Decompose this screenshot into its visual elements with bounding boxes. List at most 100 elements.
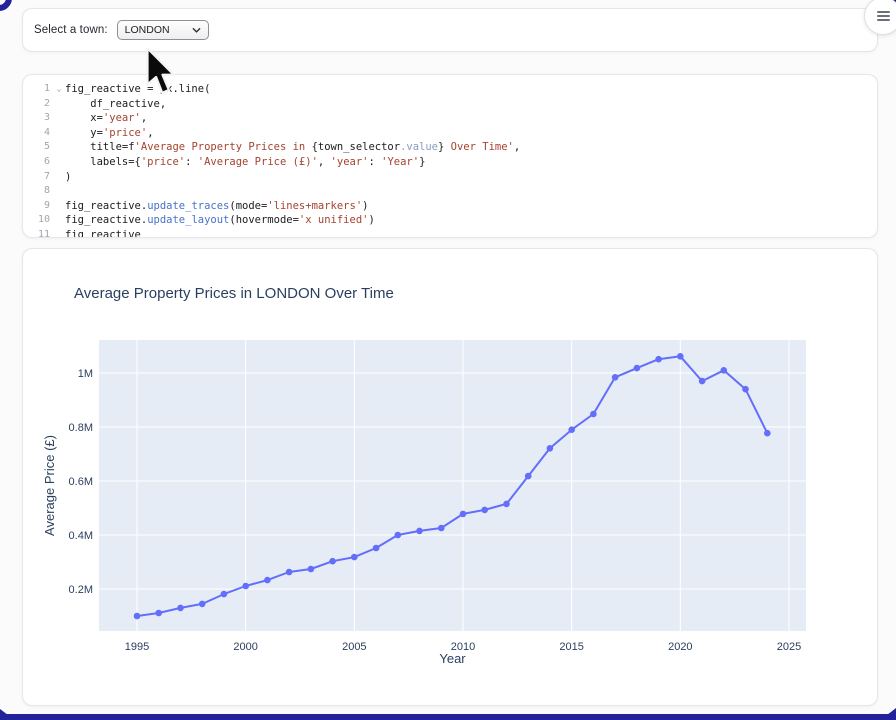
x-tick-label: 1995 — [125, 641, 149, 653]
line-number: 8 — [23, 184, 53, 199]
data-point-marker[interactable] — [590, 411, 597, 418]
code-editor[interactable]: 1⌄fig_reactive = px.line(2 df_reactive,3… — [22, 74, 878, 238]
line-number: 10 — [23, 213, 53, 228]
data-point-marker[interactable] — [677, 353, 684, 360]
data-point-marker[interactable] — [634, 365, 641, 372]
code-line: 11 fig_reactive — [23, 228, 877, 238]
notebook-page: Select a town: LONDON 1⌄fig_reactive = p… — [0, 0, 896, 720]
line-number: 1 — [23, 82, 53, 97]
gutter-spacer — [53, 111, 65, 126]
town-select-label: Select a town: — [34, 24, 108, 36]
data-point-marker[interactable] — [373, 545, 380, 552]
code-line: 4 y='price', — [23, 126, 877, 141]
line-number: 11 — [23, 228, 53, 238]
data-point-marker[interactable] — [460, 511, 467, 518]
code-text: fig_reactive.update_layout(hovermode='x … — [65, 213, 375, 228]
data-point-marker[interactable] — [286, 569, 293, 576]
town-select-dropdown[interactable]: LONDON — [117, 20, 209, 40]
x-tick-label: 2000 — [233, 641, 257, 653]
code-text: fig_reactive — [65, 228, 141, 238]
data-point-marker[interactable] — [742, 386, 749, 393]
gutter-spacer — [53, 213, 65, 228]
line-number: 5 — [23, 140, 53, 155]
code-text: fig_reactive = px.line( — [65, 82, 210, 97]
line-number: 4 — [23, 126, 53, 141]
line-number: 3 — [23, 111, 53, 126]
y-tick-label: 0.8M — [69, 422, 93, 434]
x-axis-title: Year — [439, 651, 466, 666]
gutter-spacer — [53, 140, 65, 155]
code-text: title=f'Average Property Prices in {town… — [65, 140, 520, 155]
y-tick-label: 0.4M — [69, 530, 93, 542]
data-point-marker[interactable] — [134, 613, 141, 620]
data-point-marker[interactable] — [481, 507, 488, 514]
data-point-marker[interactable] — [568, 426, 575, 433]
code-line: 10 fig_reactive.update_layout(hovermode='… — [23, 213, 877, 228]
data-point-marker[interactable] — [438, 525, 445, 532]
hamburger-icon — [877, 11, 890, 13]
code-line: 8 — [23, 184, 877, 199]
gutter-spacer — [53, 126, 65, 141]
code-line: 7) — [23, 170, 877, 185]
line-number: 9 — [23, 199, 53, 214]
code-line: 6 labels={'price': 'Average Price (£)', … — [23, 155, 877, 170]
data-point-marker[interactable] — [699, 378, 706, 385]
town-select-value: LONDON — [125, 24, 170, 36]
gutter-spacer — [53, 199, 65, 214]
data-point-marker[interactable] — [721, 367, 728, 374]
data-point-marker[interactable] — [199, 601, 206, 608]
x-tick-label: 2015 — [559, 641, 583, 653]
line-number: 2 — [23, 97, 53, 112]
code-line: 1⌄fig_reactive = px.line( — [23, 82, 877, 97]
y-tick-label: 1M — [78, 368, 93, 380]
code-line: 3 x='year', — [23, 111, 877, 126]
data-point-marker[interactable] — [264, 577, 271, 584]
code-line: 2 df_reactive, — [23, 97, 877, 112]
fold-chevron-icon[interactable]: ⌄ — [53, 82, 65, 97]
code-text: y='price', — [65, 126, 154, 141]
x-tick-label: 2025 — [777, 641, 801, 653]
gutter-spacer — [53, 184, 65, 199]
code-text: fig_reactive.update_traces(mode='lines+m… — [65, 199, 368, 214]
data-point-marker[interactable] — [242, 583, 249, 590]
code-line: 9 fig_reactive.update_traces(mode='lines+… — [23, 199, 877, 214]
plot-area[interactable] — [99, 340, 806, 631]
data-point-marker[interactable] — [416, 528, 423, 535]
code-lines: 1⌄fig_reactive = px.line(2 df_reactive,3… — [23, 82, 877, 238]
data-point-marker[interactable] — [525, 473, 532, 480]
data-point-marker[interactable] — [395, 532, 402, 539]
code-text: ) — [65, 170, 71, 185]
gutter-spacer — [53, 170, 65, 185]
gutter-spacer — [53, 228, 65, 238]
line-number: 6 — [23, 155, 53, 170]
code-text: df_reactive, — [65, 97, 166, 112]
code-line: 5 title=f'Average Property Prices in {to… — [23, 140, 877, 155]
y-axis-title: Average Price (£) — [42, 435, 57, 536]
data-point-marker[interactable] — [655, 356, 662, 363]
code-text: labels={'price': 'Average Price (£)', 'y… — [65, 155, 425, 170]
plotly-chart[interactable]: 0.2M0.4M0.6M0.8M1M1995200020052010201520… — [23, 249, 877, 705]
gutter-spacer — [53, 155, 65, 170]
data-point-marker[interactable] — [351, 554, 358, 561]
data-point-marker[interactable] — [329, 558, 336, 565]
data-point-marker[interactable] — [764, 430, 771, 437]
data-point-marker[interactable] — [612, 374, 619, 381]
bottom-accent-bar — [0, 714, 896, 720]
x-tick-label: 2005 — [342, 641, 366, 653]
data-point-marker[interactable] — [547, 445, 554, 452]
chevron-down-icon — [192, 26, 201, 35]
data-point-marker[interactable] — [308, 566, 315, 573]
data-point-marker[interactable] — [155, 610, 162, 617]
code-text: x='year', — [65, 111, 147, 126]
corner-logo-arc — [0, 0, 17, 13]
gutter-spacer — [53, 97, 65, 112]
x-tick-label: 2020 — [668, 641, 692, 653]
data-point-marker[interactable] — [221, 591, 228, 598]
control-card: Select a town: LONDON — [22, 8, 878, 52]
line-number: 7 — [23, 170, 53, 185]
chart-title: Average Property Prices in LONDON Over T… — [74, 285, 394, 302]
data-point-marker[interactable] — [177, 605, 184, 612]
y-tick-label: 0.6M — [69, 476, 93, 488]
data-point-marker[interactable] — [503, 501, 510, 508]
y-tick-label: 0.2M — [69, 584, 93, 596]
